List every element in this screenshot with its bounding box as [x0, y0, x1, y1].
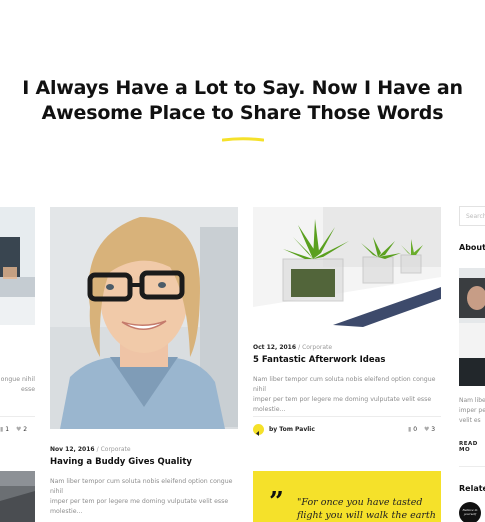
card-separator: [0, 416, 35, 417]
post-meta: Nov 12, 2016 / Corporate: [50, 446, 131, 453]
quote-icon: ”: [269, 487, 284, 517]
post-title[interactable]: 5 Fantastic Afterwork Ideas: [253, 355, 385, 365]
post-excerpt-partial: ongue nihil esse: [0, 376, 35, 393]
card-separator: [253, 416, 441, 417]
search-input[interactable]: Search: [459, 206, 485, 226]
badge-text: Believe in yourself: [462, 508, 478, 516]
post-meta: Oct 12, 2016 / Corporate: [253, 344, 332, 351]
heart-icon[interactable]: ♥: [16, 426, 21, 433]
post-image-plants[interactable]: [253, 207, 441, 327]
title-underline-accent: [222, 137, 264, 142]
post-image-woman[interactable]: [50, 207, 238, 429]
like-count: 2: [23, 426, 28, 433]
post-date: Nov 12, 2016: [50, 446, 95, 453]
post-image-partial-bottom[interactable]: [0, 471, 35, 522]
about-heading: About: [459, 243, 485, 252]
post-category[interactable]: Corporate: [101, 446, 131, 453]
post-image-laptop[interactable]: [0, 207, 35, 325]
quote-text: "For once you have tasted flight you wil…: [297, 497, 436, 521]
post-stats: ▮ 0 ♥ 3: [408, 426, 435, 433]
quote-card[interactable]: ” "For once you have tasted flight you w…: [253, 471, 441, 522]
related-heading: Relate: [459, 484, 485, 493]
about-image: [459, 268, 485, 386]
post-excerpt: Nam liber tempor cum soluta nobis eleife…: [50, 478, 233, 515]
heart-icon[interactable]: ♥: [424, 426, 429, 433]
comment-icon[interactable]: ▮: [408, 426, 411, 433]
post-category[interactable]: Corporate: [302, 344, 332, 351]
post-title[interactable]: Having a Buddy Gives Quality: [50, 457, 192, 467]
post-author[interactable]: by Tom Pavlic: [269, 426, 315, 433]
like-count: 3: [431, 426, 436, 433]
comment-count: 1: [5, 426, 10, 433]
comment-icon[interactable]: ▮: [0, 426, 3, 433]
related-post-badge[interactable]: Believe in yourself: [459, 502, 481, 522]
about-text: Nam liber imper pe velit es: [459, 397, 485, 424]
page-title-line-2: Awesome Place to Share Those Words: [41, 102, 444, 124]
author-avatar[interactable]: [253, 424, 264, 436]
post-excerpt: Nam liber tempor cum soluta nobis eleife…: [253, 376, 436, 413]
page-title-line-1: I Always Have a Lot to Say. Now I Have a…: [22, 77, 463, 99]
read-more-link[interactable]: READ MO: [459, 441, 485, 453]
page-title: I Always Have a Lot to Say. Now I Have a…: [0, 76, 485, 126]
comment-count: 0: [413, 426, 418, 433]
post-date: Oct 12, 2016: [253, 344, 297, 351]
sidebar-separator: [459, 466, 485, 467]
post-stats-partial: ▮ 1 ♥ 2: [0, 426, 27, 433]
